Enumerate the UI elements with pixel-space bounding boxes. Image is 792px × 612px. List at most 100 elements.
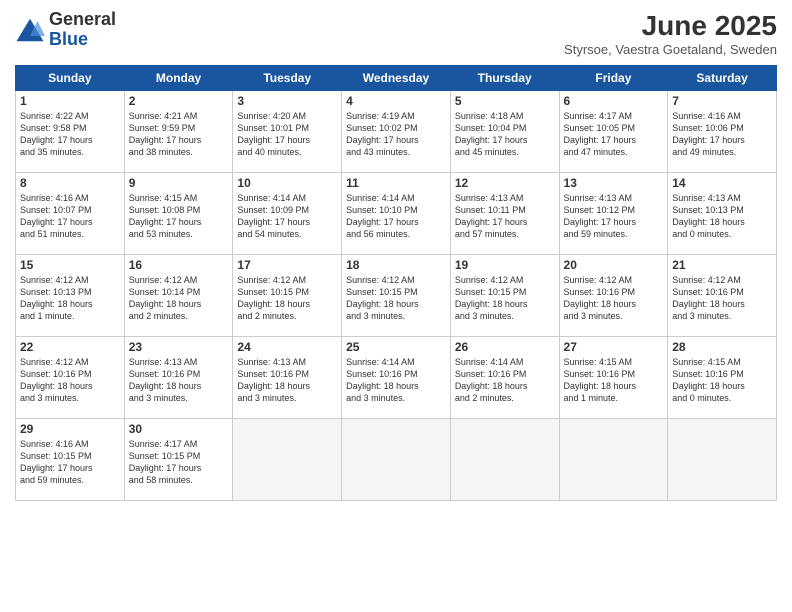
header-wednesday: Wednesday xyxy=(342,66,451,91)
week-row-3: 15 Sunrise: 4:12 AM Sunset: 10:13 PM Dayl… xyxy=(16,255,777,337)
logo-icon xyxy=(15,15,45,45)
day-info: Sunrise: 4:13 AM Sunset: 10:13 PM Daylig… xyxy=(672,192,772,241)
day-number: 17 xyxy=(237,258,337,272)
table-row: 6Sunrise: 4:17 AM Sunset: 10:05 PM Dayli… xyxy=(559,91,668,173)
table-row xyxy=(559,419,668,501)
table-row: 1 Sunrise: 4:22 AM Sunset: 9:58 PM Daylig… xyxy=(16,91,125,173)
day-number: 1 xyxy=(20,94,120,108)
week-row-2: 8 Sunrise: 4:16 AM Sunset: 10:07 PM Dayli… xyxy=(16,173,777,255)
table-row xyxy=(668,419,777,501)
day-number: 22 xyxy=(20,340,120,354)
table-row: 22Sunrise: 4:12 AM Sunset: 10:16 PM Dayl… xyxy=(16,337,125,419)
day-info: Sunrise: 4:12 AM Sunset: 10:16 PM Daylig… xyxy=(672,274,772,323)
day-info: Sunrise: 4:21 AM Sunset: 9:59 PM Dayligh… xyxy=(129,110,229,159)
day-number: 9 xyxy=(129,176,229,190)
table-row: 16 Sunrise: 4:12 AM Sunset: 10:14 PM Dayl… xyxy=(124,255,233,337)
calendar-subtitle: Styrsoe, Vaestra Goetaland, Sweden xyxy=(564,42,777,57)
header: General Blue June 2025 Styrsoe, Vaestra … xyxy=(15,10,777,57)
day-info: Sunrise: 4:12 AM Sunset: 10:13 PM Daylig… xyxy=(20,274,120,323)
logo: General Blue xyxy=(15,10,116,50)
day-info: Sunrise: 4:13 AM Sunset: 10:16 PM Daylig… xyxy=(129,356,229,405)
calendar-title: June 2025 xyxy=(564,10,777,42)
day-info: Sunrise: 4:15 AM Sunset: 10:08 PM Daylig… xyxy=(129,192,229,241)
day-info: Sunrise: 4:20 AM Sunset: 10:01 PM Daylig… xyxy=(237,110,337,159)
header-thursday: Thursday xyxy=(450,66,559,91)
table-row: 24 Sunrise: 4:13 AM Sunset: 10:16 PM Dayl… xyxy=(233,337,342,419)
day-number: 12 xyxy=(455,176,555,190)
table-row: 9 Sunrise: 4:15 AM Sunset: 10:08 PM Dayli… xyxy=(124,173,233,255)
table-row xyxy=(342,419,451,501)
calendar-page: General Blue June 2025 Styrsoe, Vaestra … xyxy=(0,0,792,612)
day-info: Sunrise: 4:14 AM Sunset: 10:16 PM Daylig… xyxy=(346,356,446,405)
table-row: 21 Sunrise: 4:12 AM Sunset: 10:16 PM Dayl… xyxy=(668,255,777,337)
header-tuesday: Tuesday xyxy=(233,66,342,91)
table-row: 29 Sunrise: 4:16 AM Sunset: 10:15 PM Dayl… xyxy=(16,419,125,501)
day-info: Sunrise: 4:17 AM Sunset: 10:15 PM Daylig… xyxy=(129,438,229,487)
table-row: 28 Sunrise: 4:15 AM Sunset: 10:16 PM Dayl… xyxy=(668,337,777,419)
table-row: 26Sunrise: 4:14 AM Sunset: 10:16 PM Dayl… xyxy=(450,337,559,419)
day-number: 15 xyxy=(20,258,120,272)
table-row: 18Sunrise: 4:12 AM Sunset: 10:15 PM Dayl… xyxy=(342,255,451,337)
title-block: June 2025 Styrsoe, Vaestra Goetaland, Sw… xyxy=(564,10,777,57)
day-number: 18 xyxy=(346,258,446,272)
day-info: Sunrise: 4:13 AM Sunset: 10:12 PM Daylig… xyxy=(564,192,664,241)
table-row: 8 Sunrise: 4:16 AM Sunset: 10:07 PM Dayli… xyxy=(16,173,125,255)
day-number: 3 xyxy=(237,94,337,108)
day-info: Sunrise: 4:16 AM Sunset: 10:15 PM Daylig… xyxy=(20,438,120,487)
day-info: Sunrise: 4:13 AM Sunset: 10:11 PM Daylig… xyxy=(455,192,555,241)
day-info: Sunrise: 4:14 AM Sunset: 10:09 PM Daylig… xyxy=(237,192,337,241)
day-info: Sunrise: 4:12 AM Sunset: 10:16 PM Daylig… xyxy=(564,274,664,323)
day-number: 11 xyxy=(346,176,446,190)
header-monday: Monday xyxy=(124,66,233,91)
week-row-5: 29 Sunrise: 4:16 AM Sunset: 10:15 PM Dayl… xyxy=(16,419,777,501)
day-number: 29 xyxy=(20,422,120,436)
day-number: 16 xyxy=(129,258,229,272)
day-number: 10 xyxy=(237,176,337,190)
day-info: Sunrise: 4:13 AM Sunset: 10:16 PM Daylig… xyxy=(237,356,337,405)
table-row xyxy=(450,419,559,501)
day-number: 28 xyxy=(672,340,772,354)
table-row: 10 Sunrise: 4:14 AM Sunset: 10:09 PM Dayl… xyxy=(233,173,342,255)
day-number: 21 xyxy=(672,258,772,272)
day-info: Sunrise: 4:22 AM Sunset: 9:58 PM Dayligh… xyxy=(20,110,120,159)
day-info: Sunrise: 4:12 AM Sunset: 10:15 PM Daylig… xyxy=(455,274,555,323)
table-row: 20Sunrise: 4:12 AM Sunset: 10:16 PM Dayl… xyxy=(559,255,668,337)
table-row: 27 Sunrise: 4:15 AM Sunset: 10:16 PM Dayl… xyxy=(559,337,668,419)
day-number: 8 xyxy=(20,176,120,190)
week-row-4: 22Sunrise: 4:12 AM Sunset: 10:16 PM Dayl… xyxy=(16,337,777,419)
table-row: 15 Sunrise: 4:12 AM Sunset: 10:13 PM Dayl… xyxy=(16,255,125,337)
day-info: Sunrise: 4:16 AM Sunset: 10:06 PM Daylig… xyxy=(672,110,772,159)
table-row: 5Sunrise: 4:18 AM Sunset: 10:04 PM Dayli… xyxy=(450,91,559,173)
day-info: Sunrise: 4:12 AM Sunset: 10:15 PM Daylig… xyxy=(237,274,337,323)
table-row: 11 Sunrise: 4:14 AM Sunset: 10:10 PM Dayl… xyxy=(342,173,451,255)
day-info: Sunrise: 4:19 AM Sunset: 10:02 PM Daylig… xyxy=(346,110,446,159)
calendar-table: Sunday Monday Tuesday Wednesday Thursday… xyxy=(15,65,777,501)
table-row: 25Sunrise: 4:14 AM Sunset: 10:16 PM Dayl… xyxy=(342,337,451,419)
table-row xyxy=(233,419,342,501)
day-number: 14 xyxy=(672,176,772,190)
day-info: Sunrise: 4:15 AM Sunset: 10:16 PM Daylig… xyxy=(564,356,664,405)
table-row: 13 Sunrise: 4:13 AM Sunset: 10:12 PM Dayl… xyxy=(559,173,668,255)
table-row: 4Sunrise: 4:19 AM Sunset: 10:02 PM Dayli… xyxy=(342,91,451,173)
table-row: 14 Sunrise: 4:13 AM Sunset: 10:13 PM Dayl… xyxy=(668,173,777,255)
header-friday: Friday xyxy=(559,66,668,91)
day-info: Sunrise: 4:12 AM Sunset: 10:14 PM Daylig… xyxy=(129,274,229,323)
day-info: Sunrise: 4:17 AM Sunset: 10:05 PM Daylig… xyxy=(564,110,664,159)
header-saturday: Saturday xyxy=(668,66,777,91)
day-number: 26 xyxy=(455,340,555,354)
day-info: Sunrise: 4:14 AM Sunset: 10:10 PM Daylig… xyxy=(346,192,446,241)
day-number: 5 xyxy=(455,94,555,108)
table-row: 19 Sunrise: 4:12 AM Sunset: 10:15 PM Dayl… xyxy=(450,255,559,337)
week-row-1: 1 Sunrise: 4:22 AM Sunset: 9:58 PM Daylig… xyxy=(16,91,777,173)
day-info: Sunrise: 4:16 AM Sunset: 10:07 PM Daylig… xyxy=(20,192,120,241)
day-number: 7 xyxy=(672,94,772,108)
day-info: Sunrise: 4:15 AM Sunset: 10:16 PM Daylig… xyxy=(672,356,772,405)
day-number: 23 xyxy=(129,340,229,354)
day-number: 13 xyxy=(564,176,664,190)
table-row: 30Sunrise: 4:17 AM Sunset: 10:15 PM Dayl… xyxy=(124,419,233,501)
day-number: 19 xyxy=(455,258,555,272)
day-number: 27 xyxy=(564,340,664,354)
day-number: 2 xyxy=(129,94,229,108)
logo-text: General Blue xyxy=(49,10,116,50)
day-number: 24 xyxy=(237,340,337,354)
